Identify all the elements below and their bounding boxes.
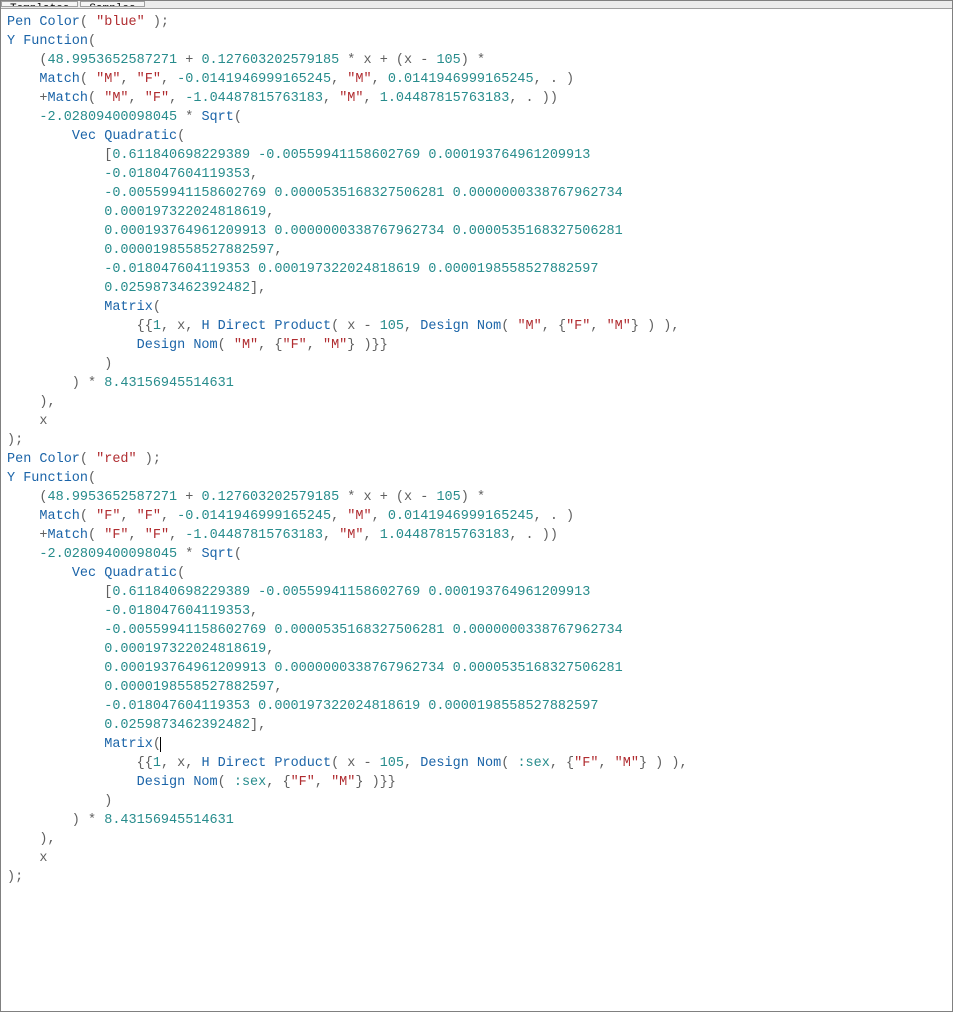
tab-templates[interactable]: Templates — [1, 1, 78, 7]
tab-samples[interactable]: Samples — [80, 1, 144, 7]
tab-bar: Templates Samples — [1, 1, 952, 9]
code-editor[interactable]: Pen Color( "blue" ); Y Function( (48.995… — [1, 9, 952, 1009]
editor-window: Templates Samples Pen Color( "blue" ); Y… — [0, 0, 953, 1012]
